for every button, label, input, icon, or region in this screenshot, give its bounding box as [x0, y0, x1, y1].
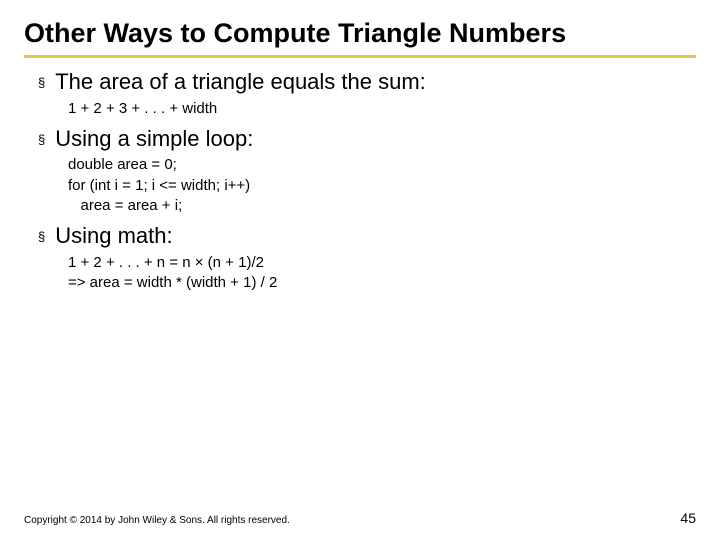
bullet-list: § The area of a triangle equals the sum:… [24, 68, 696, 293]
list-item: § Using math: 1 + 2 + . . . + n = n × (n… [38, 222, 696, 293]
slide-title: Other Ways to Compute Triangle Numbers [24, 18, 696, 55]
bullet-subtext: double area = 0; for (int i = 1; i <= wi… [38, 155, 696, 216]
bullet-icon: § [38, 73, 45, 94]
bullet-row: § Using math: [38, 222, 696, 251]
bullet-text: Using math: [55, 222, 172, 251]
bullet-subtext: 1 + 2 + 3 + . . . + width [38, 99, 696, 119]
list-item: § Using a simple loop: double area = 0; … [38, 125, 696, 216]
copyright-text: Copyright © 2014 by John Wiley & Sons. A… [24, 515, 290, 526]
title-underline [24, 55, 696, 58]
bullet-text: Using a simple loop: [55, 125, 253, 154]
slide: Other Ways to Compute Triangle Numbers §… [0, 0, 720, 540]
bullet-icon: § [38, 130, 45, 151]
page-number: 45 [680, 510, 696, 526]
bullet-text: The area of a triangle equals the sum: [55, 68, 426, 97]
bullet-row: § The area of a triangle equals the sum: [38, 68, 696, 97]
bullet-row: § Using a simple loop: [38, 125, 696, 154]
bullet-subtext: 1 + 2 + . . . + n = n × (n + 1)/2 => are… [38, 253, 696, 294]
bullet-icon: § [38, 227, 45, 248]
list-item: § The area of a triangle equals the sum:… [38, 68, 696, 119]
footer: Copyright © 2014 by John Wiley & Sons. A… [24, 510, 696, 526]
